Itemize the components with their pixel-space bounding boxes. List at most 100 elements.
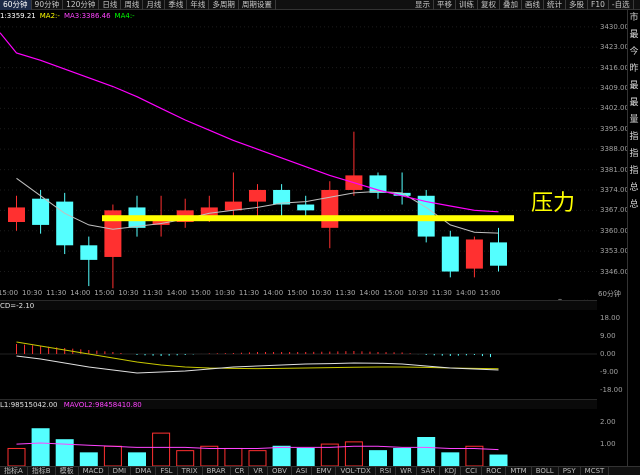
time-tick: 11:30 bbox=[142, 289, 163, 297]
time-tick: 14:00 bbox=[70, 289, 91, 297]
tab-period-0[interactable]: 60分钟 bbox=[0, 0, 32, 10]
price-chart[interactable]: 压力3340.24 bbox=[0, 21, 597, 289]
volume-bar bbox=[224, 447, 243, 466]
indicator-tab-12[interactable]: ASI bbox=[292, 467, 313, 475]
indicator-tab-24[interactable]: MCST bbox=[581, 467, 610, 475]
tab-tool-7[interactable]: 多股 bbox=[566, 0, 588, 10]
indicator-tab-21[interactable]: MTM bbox=[506, 467, 532, 475]
indicator-tab-11[interactable]: OBV bbox=[268, 467, 292, 475]
tab-period-3[interactable]: 日线 bbox=[99, 0, 122, 10]
tab-period-4[interactable]: 周线 bbox=[121, 0, 144, 10]
tab-tool-0[interactable]: 显示 bbox=[412, 0, 434, 10]
indicator-tab-20[interactable]: ROC bbox=[482, 467, 507, 475]
tab-tool-2[interactable]: 训练 bbox=[456, 0, 478, 10]
volume-value: L1:98515042.00 bbox=[0, 401, 58, 409]
tab-period-2[interactable]: 120分钟 bbox=[63, 0, 100, 10]
tab-tool-8[interactable]: F10 bbox=[588, 0, 609, 10]
tab-tool-9[interactable]: -自选 bbox=[609, 0, 634, 10]
price-tick: 3346.00 bbox=[600, 267, 629, 276]
period-toolbar: 60分钟 90分钟 120分钟 日线 周线 月线 季线 年线 多周期 周期设置 显示 平移 训练 复权叠… bbox=[0, 0, 640, 10]
legend-ma2: MA2:- bbox=[39, 12, 60, 20]
volume-bar bbox=[176, 450, 195, 466]
macd-tick: 18.00 bbox=[600, 314, 621, 322]
time-tick: 10:30 bbox=[118, 289, 139, 297]
volume-bar bbox=[369, 450, 387, 466]
price-tick: 3409.00 bbox=[600, 84, 629, 92]
volume-bar bbox=[31, 428, 50, 466]
time-tick: 15:00 bbox=[479, 289, 501, 297]
volume-bar bbox=[7, 447, 26, 466]
tab-period-9[interactable]: 周期设置 bbox=[239, 0, 276, 10]
tab-tool-3[interactable]: 复权 bbox=[478, 0, 500, 10]
indicator-tab-19[interactable]: CCI bbox=[461, 467, 483, 475]
period-tabs: 60分钟 90分钟 120分钟 日线 周线 月线 季线 年线 多周期 周期设置 bbox=[0, 0, 276, 10]
volume-chart[interactable] bbox=[0, 409, 597, 466]
quote-field-9: 指 bbox=[629, 166, 639, 176]
indicator-tabs: 指标A 指标B 模板 MACD DMI DMA FSL TRIX BRAR CR VR OBV ASI E… bbox=[0, 466, 640, 475]
time-tick: 14:00 bbox=[359, 289, 380, 297]
pressure-label: 压力 bbox=[531, 191, 575, 216]
tab-period-6[interactable]: 季线 bbox=[165, 0, 188, 10]
time-tick: 10:30 bbox=[311, 289, 332, 297]
time-tick: 11:30 bbox=[238, 289, 260, 297]
legend-ma3: MA3:3386.46 bbox=[63, 12, 111, 20]
indicator-tab-14[interactable]: VOL-TDX bbox=[336, 467, 376, 475]
tab-period-8[interactable]: 多周期 bbox=[209, 0, 239, 10]
candle-body bbox=[32, 198, 50, 225]
indicator-tab-22[interactable]: BOLL bbox=[532, 467, 559, 475]
volume-bar bbox=[248, 450, 267, 466]
volume-bar bbox=[272, 445, 291, 466]
volume-bar bbox=[128, 452, 146, 466]
ma-main-line bbox=[0, 32, 499, 213]
price-tick: 3381.00 bbox=[600, 165, 629, 174]
indicator-tab-2[interactable]: 模板 bbox=[56, 467, 79, 475]
volume-bar bbox=[296, 447, 315, 466]
tab-tool-6[interactable]: 统计 bbox=[544, 0, 566, 10]
tab-tool-5[interactable]: 画线 bbox=[522, 0, 544, 10]
tab-period-1[interactable]: 90分钟 bbox=[32, 0, 64, 10]
legend-ma4: MA4:- bbox=[114, 12, 135, 20]
candle-body bbox=[56, 201, 74, 246]
pressure-line bbox=[102, 215, 514, 222]
tab-period-7[interactable]: 年线 bbox=[187, 0, 210, 10]
quote-field-7: 指 bbox=[629, 132, 639, 142]
quote-field-0: 市 bbox=[629, 13, 639, 23]
macd-tick: -9.00 bbox=[600, 368, 619, 376]
macd-chart[interactable] bbox=[0, 310, 597, 398]
quote-field-4: 最 bbox=[629, 81, 639, 91]
indicator-tab-6[interactable]: FSL bbox=[156, 467, 178, 475]
tab-period-5[interactable]: 月线 bbox=[143, 0, 166, 10]
candle-body bbox=[297, 204, 315, 211]
indicator-tab-16[interactable]: WR bbox=[396, 467, 417, 475]
indicator-tab-4[interactable]: DMI bbox=[109, 467, 132, 475]
indicator-tab-9[interactable]: CR bbox=[231, 467, 250, 475]
quote-field-5: 最 bbox=[629, 98, 639, 108]
indicator-tab-1[interactable]: 指标B bbox=[28, 467, 56, 475]
quote-field-3: 昨 bbox=[629, 64, 639, 74]
indicator-tab-23[interactable]: PSY bbox=[559, 467, 581, 475]
indicator-tab-13[interactable]: EMV bbox=[312, 467, 337, 475]
quote-field-6: 量 bbox=[629, 115, 639, 125]
indicator-tab-15[interactable]: RSI bbox=[376, 467, 397, 475]
tab-tool-4[interactable]: 叠加 bbox=[500, 0, 522, 10]
indicator-tab-3[interactable]: MACD bbox=[79, 467, 109, 475]
candle-body bbox=[8, 207, 25, 222]
price-tick: 3402.00 bbox=[600, 104, 629, 113]
indicator-tab-8[interactable]: BRAR bbox=[203, 467, 231, 475]
volume-ma-value: MAVOL2:98458410.80 bbox=[63, 401, 142, 409]
candle-body bbox=[224, 201, 242, 211]
price-tick: 3367.00 bbox=[600, 206, 629, 215]
indicator-tab-5[interactable]: DMA bbox=[131, 467, 157, 475]
indicator-tab-0[interactable]: 指标A bbox=[0, 467, 28, 475]
indicator-tab-10[interactable]: VR bbox=[249, 467, 269, 475]
quote-field-1: 最 bbox=[629, 30, 639, 40]
macd-dif-line bbox=[16, 355, 499, 374]
volume-bar bbox=[79, 452, 98, 466]
time-tick: 14:00 bbox=[166, 289, 187, 297]
volume-tick: 2.00 bbox=[600, 418, 616, 427]
indicator-tab-7[interactable]: TRIX bbox=[178, 467, 203, 475]
indicator-tab-17[interactable]: SAR bbox=[417, 467, 441, 475]
indicator-tab-18[interactable]: KDJ bbox=[440, 467, 462, 475]
time-tick: 11:30 bbox=[335, 289, 356, 297]
tab-tool-1[interactable]: 平移 bbox=[434, 0, 456, 10]
